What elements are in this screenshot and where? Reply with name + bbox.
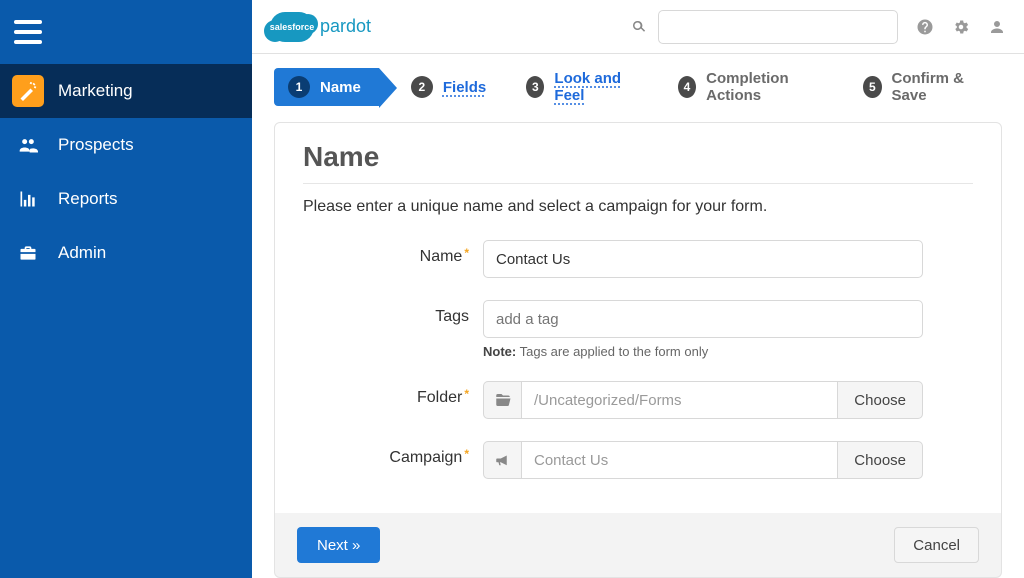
cancel-button[interactable]: Cancel: [894, 527, 979, 563]
brand-cloud-text: salesforce: [270, 22, 315, 32]
nav-item-marketing[interactable]: Marketing: [0, 64, 252, 118]
form-row-campaign: Campaign* Choose: [303, 441, 973, 479]
brand-logo[interactable]: salesforce pardot: [270, 12, 371, 42]
label-tags: Tags: [303, 300, 483, 326]
next-button[interactable]: Next »: [297, 527, 380, 563]
label-name: Name*: [303, 240, 483, 266]
form-row-tags: Tags Note: Tags are applied to the form …: [303, 300, 973, 359]
wizard-step-fields[interactable]: 2 Fields: [379, 68, 504, 106]
help-icon[interactable]: [916, 16, 934, 37]
tags-input[interactable]: [483, 300, 923, 338]
step-label: Completion Actions: [706, 70, 823, 104]
note-label: Note:: [483, 344, 516, 359]
step-label: Name: [320, 79, 361, 96]
label-campaign: Campaign*: [303, 441, 483, 467]
step-label: Fields: [443, 79, 486, 96]
people-icon: [12, 129, 44, 161]
tags-note: Note: Tags are applied to the form only: [483, 344, 923, 359]
user-icon[interactable]: [988, 16, 1006, 37]
nav-item-reports[interactable]: Reports: [0, 172, 252, 226]
settings-gear-icon[interactable]: [952, 16, 970, 37]
wizard-steps: 1 Name 2 Fields 3 Look and Feel 4 Comple…: [274, 68, 1002, 106]
nav-label: Reports: [58, 189, 118, 209]
step-number: 3: [526, 76, 544, 98]
wizard-step-confirm-save[interactable]: 5 Confirm & Save: [841, 68, 1002, 106]
folder-icon: [483, 381, 521, 419]
campaign-input[interactable]: [521, 441, 837, 479]
form-row-name: Name*: [303, 240, 973, 278]
label-folder: Folder*: [303, 381, 483, 407]
step-number: 1: [288, 76, 310, 98]
step-label: Confirm & Save: [892, 70, 985, 104]
wizard-step-look-and-feel[interactable]: 3 Look and Feel: [504, 68, 656, 106]
sidebar: Marketing Prospects Reports Admin: [0, 0, 252, 578]
form-row-folder: Folder* Choose: [303, 381, 973, 419]
megaphone-icon: [483, 441, 521, 479]
nav-label: Marketing: [58, 81, 133, 101]
nav-item-prospects[interactable]: Prospects: [0, 118, 252, 172]
nav-label: Prospects: [58, 135, 134, 155]
panel-instruction: Please enter a unique name and select a …: [303, 198, 973, 216]
salesforce-cloud-icon: salesforce: [270, 12, 314, 42]
search-icon[interactable]: [630, 17, 648, 35]
step-number: 5: [863, 76, 881, 98]
nav-item-admin[interactable]: Admin: [0, 226, 252, 280]
brand-subtext: pardot: [320, 16, 371, 37]
nav-list: Marketing Prospects Reports Admin: [0, 64, 252, 280]
note-text: Tags are applied to the form only: [520, 344, 709, 359]
panel-heading: Name: [303, 141, 973, 184]
global-search-input[interactable]: [658, 10, 898, 44]
form-footer: Next » Cancel: [274, 513, 1002, 578]
required-indicator: *: [464, 387, 469, 401]
step-number: 4: [678, 76, 696, 98]
required-indicator: *: [464, 447, 469, 461]
folder-choose-button[interactable]: Choose: [837, 381, 923, 419]
nav-label: Admin: [58, 243, 106, 263]
name-input[interactable]: [483, 240, 923, 278]
wizard-step-name[interactable]: 1 Name: [274, 68, 379, 106]
campaign-choose-button[interactable]: Choose: [837, 441, 923, 479]
topbar: salesforce pardot: [252, 0, 1024, 54]
briefcase-icon: [12, 237, 44, 269]
form-panel: Name Please enter a unique name and sele…: [274, 122, 1002, 514]
wizard-step-completion-actions[interactable]: 4 Completion Actions: [656, 68, 841, 106]
step-number: 2: [411, 76, 433, 98]
chart-icon: [12, 183, 44, 215]
main-content: 1 Name 2 Fields 3 Look and Feel 4 Comple…: [252, 54, 1024, 578]
wand-icon: [12, 75, 44, 107]
hamburger-menu-icon[interactable]: [14, 14, 50, 50]
step-label: Look and Feel: [554, 70, 637, 104]
required-indicator: *: [464, 246, 469, 260]
folder-input[interactable]: [521, 381, 837, 419]
